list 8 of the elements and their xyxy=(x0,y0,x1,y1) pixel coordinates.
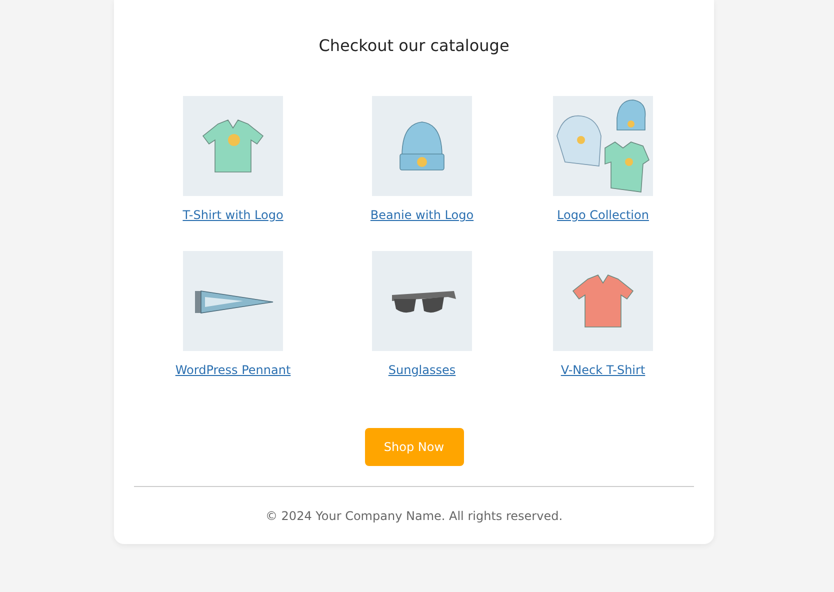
footer-text: © 2024 Your Company Name. All rights reserved. xyxy=(264,508,564,524)
product-link[interactable]: Beanie with Logo xyxy=(370,207,474,223)
product-link[interactable]: WordPress Pennant xyxy=(175,362,291,378)
product-link[interactable]: Logo Collection xyxy=(557,207,649,223)
product-link[interactable]: V-Neck T-Shirt xyxy=(560,362,646,378)
section-heading: Checkout our catalouge xyxy=(318,35,510,57)
product-link[interactable]: T-Shirt with Logo xyxy=(182,207,284,223)
product-link[interactable]: Sunglasses xyxy=(388,362,456,378)
